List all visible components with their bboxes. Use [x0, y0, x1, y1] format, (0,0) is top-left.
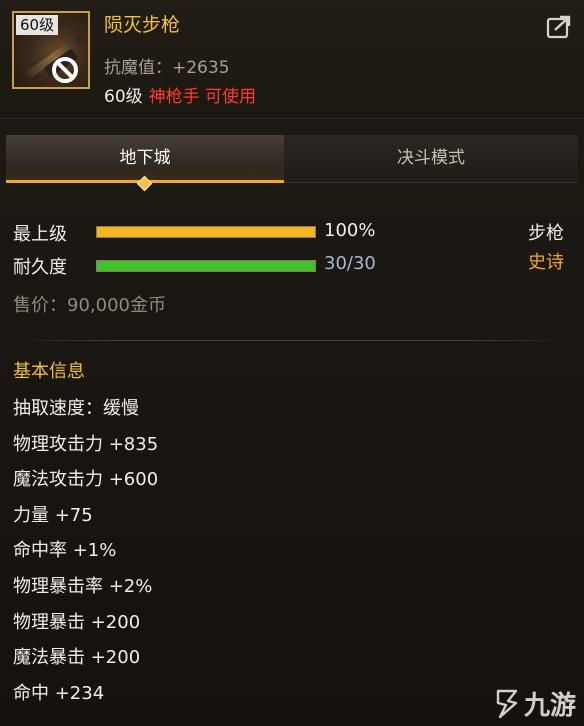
stat-line: 命中 +234 [13, 682, 105, 704]
divider [8, 340, 576, 341]
upgrade-bar [96, 226, 316, 238]
stat-line: 物理暴击率 +2% [13, 575, 153, 597]
basic-info-title: 基本信息 [13, 361, 85, 382]
watermark: 九游 [494, 685, 576, 722]
stat-list: 抽取速度：缓慢 物理攻击力 +835 魔法攻击力 +600 力量 +75 命中率… [13, 396, 158, 716]
item-name: 陨灭步枪 [104, 14, 181, 36]
stat-line: 魔法攻击力 +600 [13, 469, 159, 491]
stat-line: 抽取速度：缓慢 [13, 398, 139, 419]
required-level: 60级 [104, 87, 143, 107]
export-icon[interactable] [546, 14, 572, 40]
upgrade-label: 最上级 [13, 224, 67, 245]
durability-label: 耐久度 [13, 257, 67, 278]
sell-price: 售价：90,000金币 [13, 295, 166, 316]
stat-line: 物理暴击 +200 [13, 611, 141, 633]
durability-value: 30/30 [324, 253, 376, 274]
stat-line: 命中率 +1% [13, 540, 117, 562]
required-class: 神枪手 可使用 [148, 87, 257, 107]
stat-line: 力量 +75 [13, 504, 93, 526]
rifle-icon: 60级 [12, 11, 90, 89]
level-badge: 60级 [16, 15, 59, 35]
item-header: 60级 陨灭步枪 抗魔值：+2635 60级 神枪手 可使用 [0, 0, 584, 119]
durability-bar [96, 260, 316, 272]
resist-label: 抗魔值： [104, 58, 172, 78]
watermark-text: 九游 [523, 691, 576, 721]
mode-tabs: 地下城 决斗模式 [6, 135, 578, 192]
item-tooltip: 60级 陨灭步枪 抗魔值：+2635 60级 神枪手 可使用 地下城 决斗模式 最… [0, 0, 584, 726]
weapon-type: 步枪 [528, 223, 564, 244]
tab-duel[interactable]: 决斗模式 [284, 135, 578, 183]
upgrade-bar-fill [97, 227, 315, 237]
stat-line: 物理攻击力 +835 [13, 433, 159, 455]
requirement: 60级 神枪手 可使用 [104, 82, 256, 107]
upgrade-value: 100% [324, 220, 376, 241]
magic-resist: 抗魔值：+2635 [104, 53, 230, 78]
watermark-logo-icon [496, 689, 518, 718]
rarity: 史诗 [528, 252, 564, 273]
resist-value: +2635 [172, 58, 230, 78]
ban-icon [52, 57, 78, 83]
stat-line: 魔法暴击 +200 [13, 647, 141, 669]
durability-bar-fill [97, 261, 315, 271]
